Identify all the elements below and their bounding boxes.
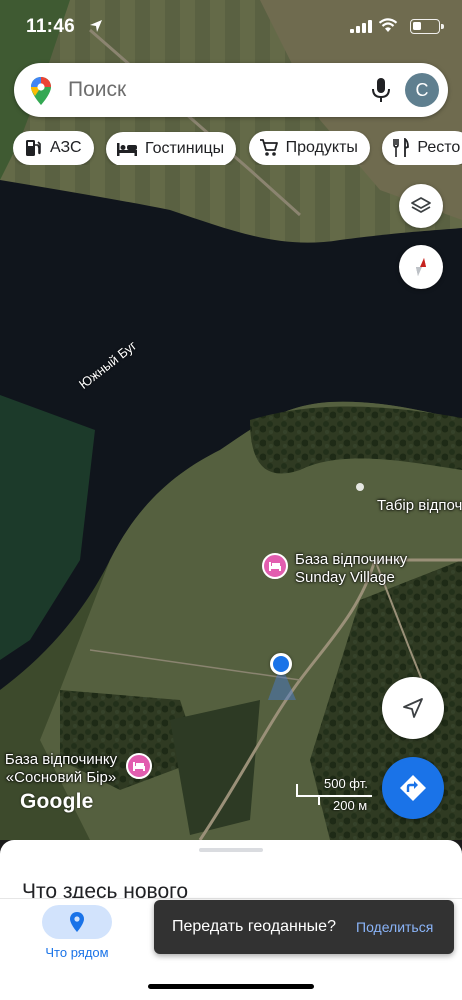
chip-hotels[interactable]: Гостиницы [105, 132, 237, 165]
user-location-dot [270, 653, 292, 675]
map-view[interactable]: Южный Буг База відпочинку Sunday Village… [0, 0, 462, 840]
compass-icon [416, 258, 426, 276]
chip-gas-stations[interactable]: АЗС [13, 131, 94, 165]
category-chips: АЗС Гостиницы Продукты Ресто [13, 131, 462, 165]
bed-icon [116, 143, 137, 156]
tab-explore[interactable]: Что рядом [32, 905, 122, 960]
battery-icon [410, 19, 444, 34]
search-input[interactable]: Поиск [68, 78, 126, 102]
layers-button[interactable] [399, 184, 443, 228]
status-time: 11:46 [26, 16, 76, 37]
navigation-arrow-icon [403, 698, 423, 718]
gas-station-icon [26, 140, 41, 156]
wifi-icon [378, 18, 398, 32]
hotel-pin-icon[interactable] [262, 553, 288, 579]
share-button[interactable]: Поделиться [356, 919, 433, 935]
status-bar: 11:46 [0, 0, 462, 52]
place-label-tabir[interactable]: Табір відпочинку [377, 497, 462, 515]
directions-button[interactable] [382, 757, 444, 819]
fork-knife-icon [393, 138, 410, 157]
my-location-button[interactable] [382, 677, 444, 739]
map-scale: 500 фт. 200 м [296, 776, 374, 816]
place-dot [356, 483, 364, 491]
snackbar-message: Передать геоданные? [172, 918, 336, 935]
location-pin-icon [70, 912, 84, 932]
compass-button[interactable] [399, 245, 443, 289]
place-label-sunday-village[interactable]: База відпочинку Sunday Village [295, 551, 407, 587]
share-location-snackbar: Передать геоданные? Поделиться [154, 900, 454, 954]
cellular-signal-icon [350, 20, 372, 33]
hotel-pin-icon[interactable] [126, 753, 152, 779]
home-indicator[interactable] [148, 984, 314, 989]
microphone-icon[interactable] [370, 77, 392, 103]
google-watermark: Google [20, 790, 94, 813]
sheet-handle[interactable] [199, 848, 263, 852]
account-avatar[interactable]: C [405, 73, 439, 107]
location-arrow-icon [90, 20, 102, 32]
directions-icon [400, 775, 426, 801]
cart-icon [259, 139, 278, 156]
chip-restaurants[interactable]: Ресто [382, 131, 462, 165]
google-maps-pin-icon [31, 77, 51, 105]
place-label-sosnovyi-bir[interactable]: База відпочинку «Сосновий Бір» [0, 751, 122, 787]
search-bar[interactable]: Поиск C [14, 63, 448, 117]
layers-icon [411, 197, 431, 213]
chip-groceries[interactable]: Продукты [248, 131, 370, 165]
